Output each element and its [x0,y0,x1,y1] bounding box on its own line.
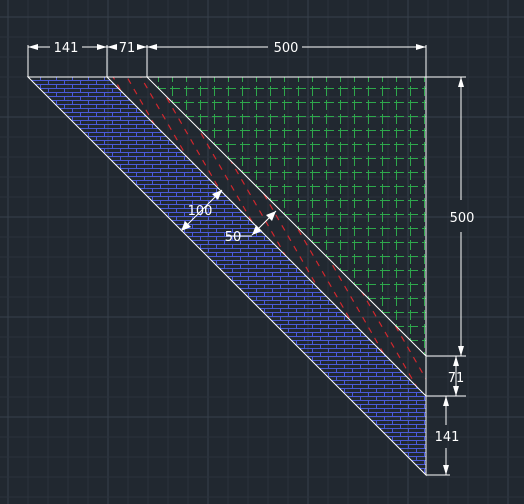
dim-top-middle: 71 [119,41,136,56]
dim-diag-inner: 50 [225,230,242,245]
dim-right-top: 500 [450,211,475,226]
dim-right-middle: 71 [448,371,465,386]
dim-right-bottom: 141 [435,430,460,445]
dim-top-left: 141 [54,41,79,56]
cad-drawing-canvas[interactable]: 141 71 500 500 71 141 100 50 [0,0,524,504]
dim-top-right: 500 [274,41,299,56]
dim-diag-outer: 100 [188,204,213,219]
